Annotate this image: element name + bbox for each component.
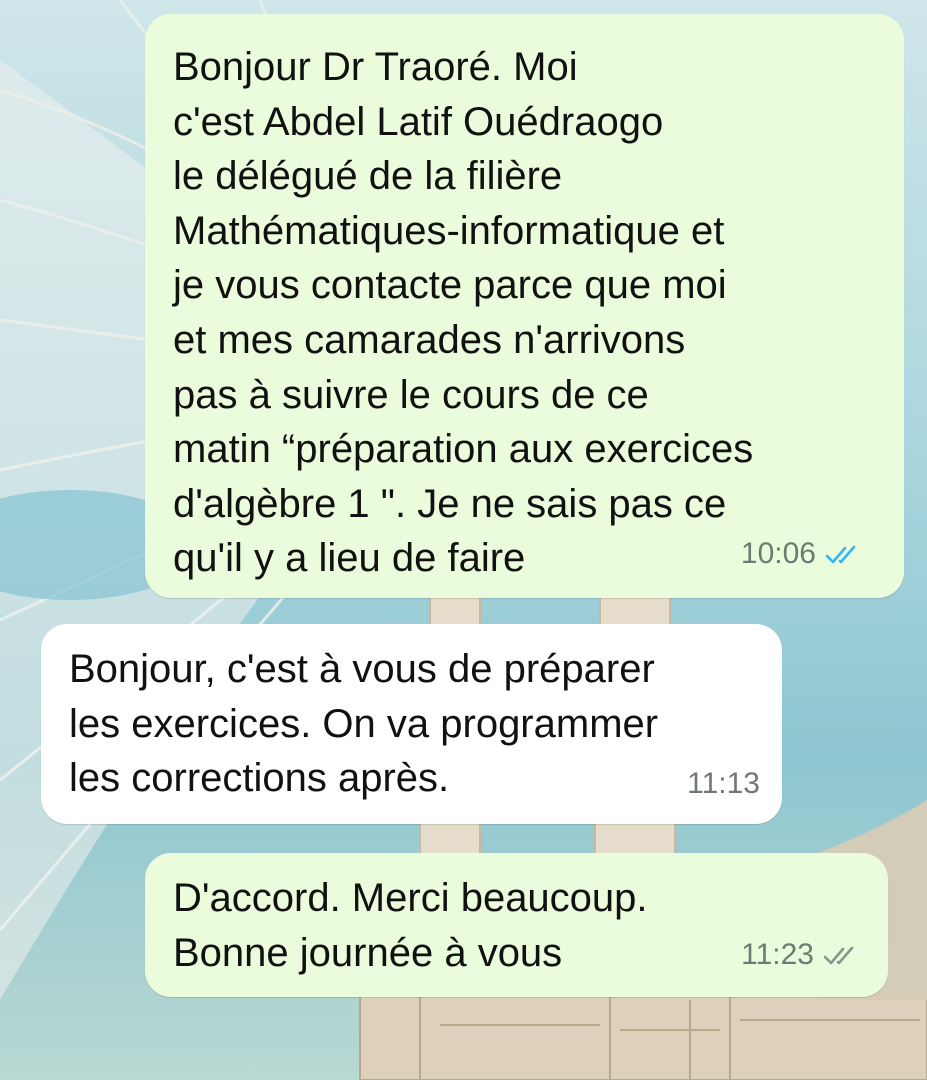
message-meta: 11:13: [687, 757, 760, 812]
double-check-delivered-icon: [823, 946, 854, 965]
message-text: Bonjour Dr Traoré. Moi c'est Abdel Latif…: [173, 45, 754, 581]
message-text: Bonjour, c'est à vous de préparer les ex…: [69, 647, 659, 801]
message-meta: 10:06: [741, 527, 864, 582]
message-bubble-outgoing[interactable]: D'accord. Merci beaucoup. Bonne journée …: [145, 853, 888, 997]
message-time: 11:23: [741, 938, 814, 972]
message-bubble-incoming[interactable]: Bonjour, c'est à vous de préparer les ex…: [41, 624, 782, 824]
message-time: 10:06: [740, 537, 816, 571]
message-time: 11:13: [687, 767, 760, 801]
message-bubble-outgoing[interactable]: Bonjour Dr Traoré. Moi c'est Abdel Latif…: [145, 14, 904, 598]
message-text: D'accord. Merci beaucoup. Bonne journée …: [173, 876, 648, 975]
message-meta: 11:23: [741, 928, 862, 983]
double-check-read-icon: [825, 545, 856, 564]
